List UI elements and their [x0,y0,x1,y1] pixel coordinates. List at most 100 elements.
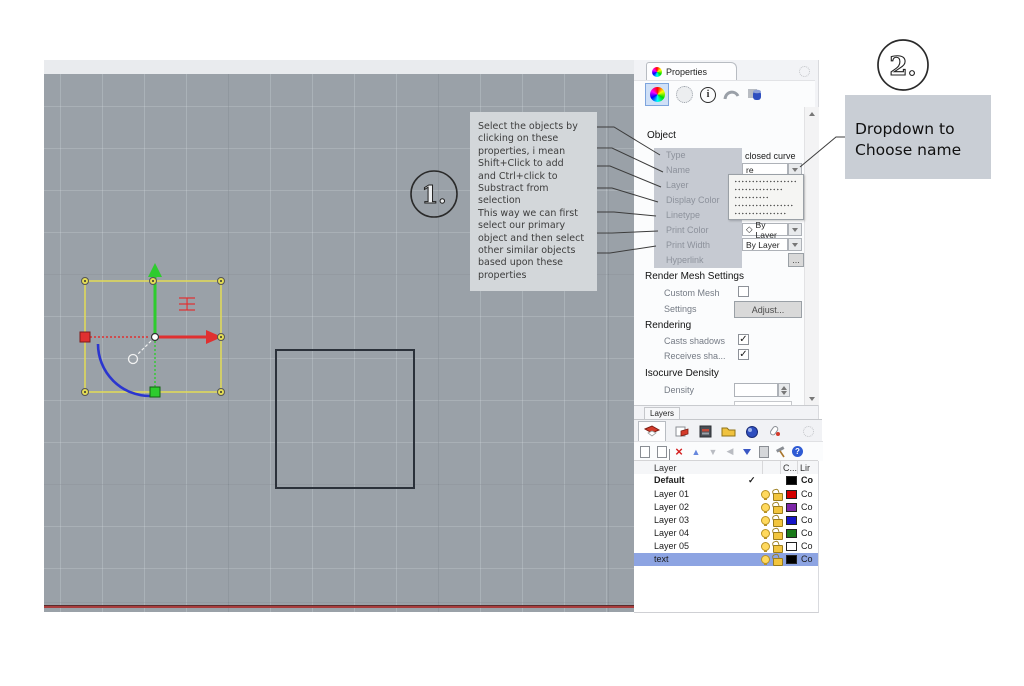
print-width-select[interactable]: By Layer [742,238,788,251]
blue-arc-curve[interactable] [96,343,151,398]
pen-icon[interactable] [768,425,781,438]
layer-color-swatch[interactable] [786,555,797,564]
layer-state-icon[interactable] [675,425,690,438]
layer-row[interactable]: Layer 04 Co [634,527,818,540]
unlocked-icon[interactable] [773,493,783,501]
gumball-origin[interactable] [150,332,160,342]
unnest-icon[interactable]: ◀ [724,445,736,458]
print-width-dropdown-button[interactable] [788,238,802,251]
column-layer[interactable]: Layer [654,463,677,473]
dropdown-option-redacted[interactable] [734,195,770,199]
layer-name[interactable]: Layer 01 [654,489,689,499]
match-layer-icon[interactable] [758,445,770,458]
layer-linetype[interactable]: Co [801,475,813,485]
properties-scrollbar[interactable] [804,107,819,405]
property-label-print-color[interactable]: Print Color [654,223,742,238]
sphere-icon[interactable] [745,425,759,438]
dropdown-option-redacted[interactable] [734,211,787,215]
table-icon[interactable] [699,425,712,438]
layer-linetype[interactable]: Co [801,489,813,499]
gumball-green-axis[interactable] [148,263,162,334]
info-icon[interactable]: i [700,86,716,103]
layer-color-swatch[interactable] [786,542,797,551]
density-input[interactable] [734,383,778,397]
move-up-icon[interactable]: ▲ [690,445,702,458]
layer-row-selected[interactable]: text Co [634,553,818,566]
filter-icon[interactable] [741,445,753,458]
layer-color-swatch[interactable] [786,503,797,512]
layer-row[interactable]: Layer 03 Co [634,514,818,527]
gear-icon[interactable] [803,425,814,437]
unlocked-icon[interactable] [773,545,783,553]
dropdown-option-redacted[interactable] [734,179,796,183]
material-icon[interactable] [676,86,693,103]
current-layer-check[interactable]: ✓ [748,475,756,486]
folder-icon[interactable] [721,425,736,437]
visibility-bulb-icon[interactable] [761,542,770,552]
unlocked-icon[interactable] [773,506,783,514]
property-label-print-width[interactable]: Print Width [654,238,742,253]
hyperlink-browse-button[interactable]: ... [788,253,804,267]
property-label-hyperlink[interactable]: Hyperlink [654,253,742,268]
layer-linetype[interactable]: Co [801,528,813,538]
visibility-bulb-icon[interactable] [761,529,770,539]
custom-mesh-checkbox[interactable] [738,286,749,297]
visibility-bulb-icon[interactable] [761,503,770,513]
model-layers-tab[interactable] [638,420,666,442]
unlocked-icon[interactable] [773,558,783,566]
layer-color-swatch[interactable] [786,490,797,499]
scroll-down-button[interactable] [805,392,819,405]
gumball-drag-handle[interactable] [127,353,139,365]
help-icon[interactable]: ? [792,446,803,457]
dropdown-option-redacted[interactable] [734,203,794,207]
tab-layers[interactable]: Layers [644,407,681,419]
delete-layer-icon[interactable]: × [673,444,685,459]
layer-linetype[interactable]: Co [801,554,813,564]
scroll-up-button[interactable] [805,107,819,120]
layer-name[interactable]: Layer 05 [654,541,689,551]
layer-linetype[interactable]: Co [801,515,813,525]
gear-icon[interactable] [799,66,810,77]
layer-color-swatch[interactable] [786,516,797,525]
property-label-type[interactable]: Type [654,148,742,163]
layer-name[interactable]: text [654,554,669,564]
layer-row[interactable]: Layer 01 Co [634,488,818,501]
layer-linetype[interactable]: Co [801,502,813,512]
layer-name[interactable]: Layer 02 [654,502,689,512]
visibility-bulb-icon[interactable] [761,555,770,565]
layer-color-swatch[interactable] [786,476,797,485]
layer-name[interactable]: Default [654,475,685,485]
unlocked-icon[interactable] [773,519,783,527]
name-dropdown-list[interactable] [728,174,804,220]
adjust-button[interactable]: Adjust... [734,301,802,318]
layer-linetype[interactable]: Co [801,541,813,551]
gumball-red-axis[interactable] [159,330,222,344]
tab-properties[interactable]: Properties [646,62,737,81]
layer-name[interactable]: Layer 04 [654,528,689,538]
layer-name[interactable]: Layer 03 [654,515,689,525]
geometry-icon[interactable] [723,87,740,102]
layer-row[interactable]: Layer 02 Co [634,501,818,514]
tools-icon[interactable] [775,445,787,458]
new-sublayer-button[interactable] [656,445,668,458]
new-layer-button[interactable] [639,445,651,458]
receives-shadows-checkbox[interactable]: ✓ [738,349,749,360]
layer-row[interactable]: Layer 05 Co [634,540,818,553]
texture-mapping-icon[interactable] [747,87,763,102]
visibility-bulb-icon[interactable] [761,490,770,500]
column-color[interactable]: C... [783,463,797,473]
density-spinner[interactable] [778,383,790,397]
object-properties-button[interactable] [645,83,669,106]
layer-color-swatch[interactable] [786,529,797,538]
print-color-select[interactable]: ◇ By Layer [742,220,788,240]
visibility-bulb-icon[interactable] [761,516,770,526]
layer-row-default[interactable]: Default ✓ Co [634,474,818,487]
casts-shadows-checkbox[interactable]: ✓ [738,334,749,345]
column-linetype[interactable]: Lir [800,463,810,473]
gumball-red-scale-handle[interactable] [79,331,91,343]
move-down-icon[interactable]: ▼ [707,445,719,458]
gumball-green-scale-handle[interactable] [149,386,161,398]
print-color-dropdown-button[interactable] [788,223,802,236]
dropdown-option-redacted[interactable] [734,187,784,191]
unlocked-icon[interactable] [773,532,783,540]
